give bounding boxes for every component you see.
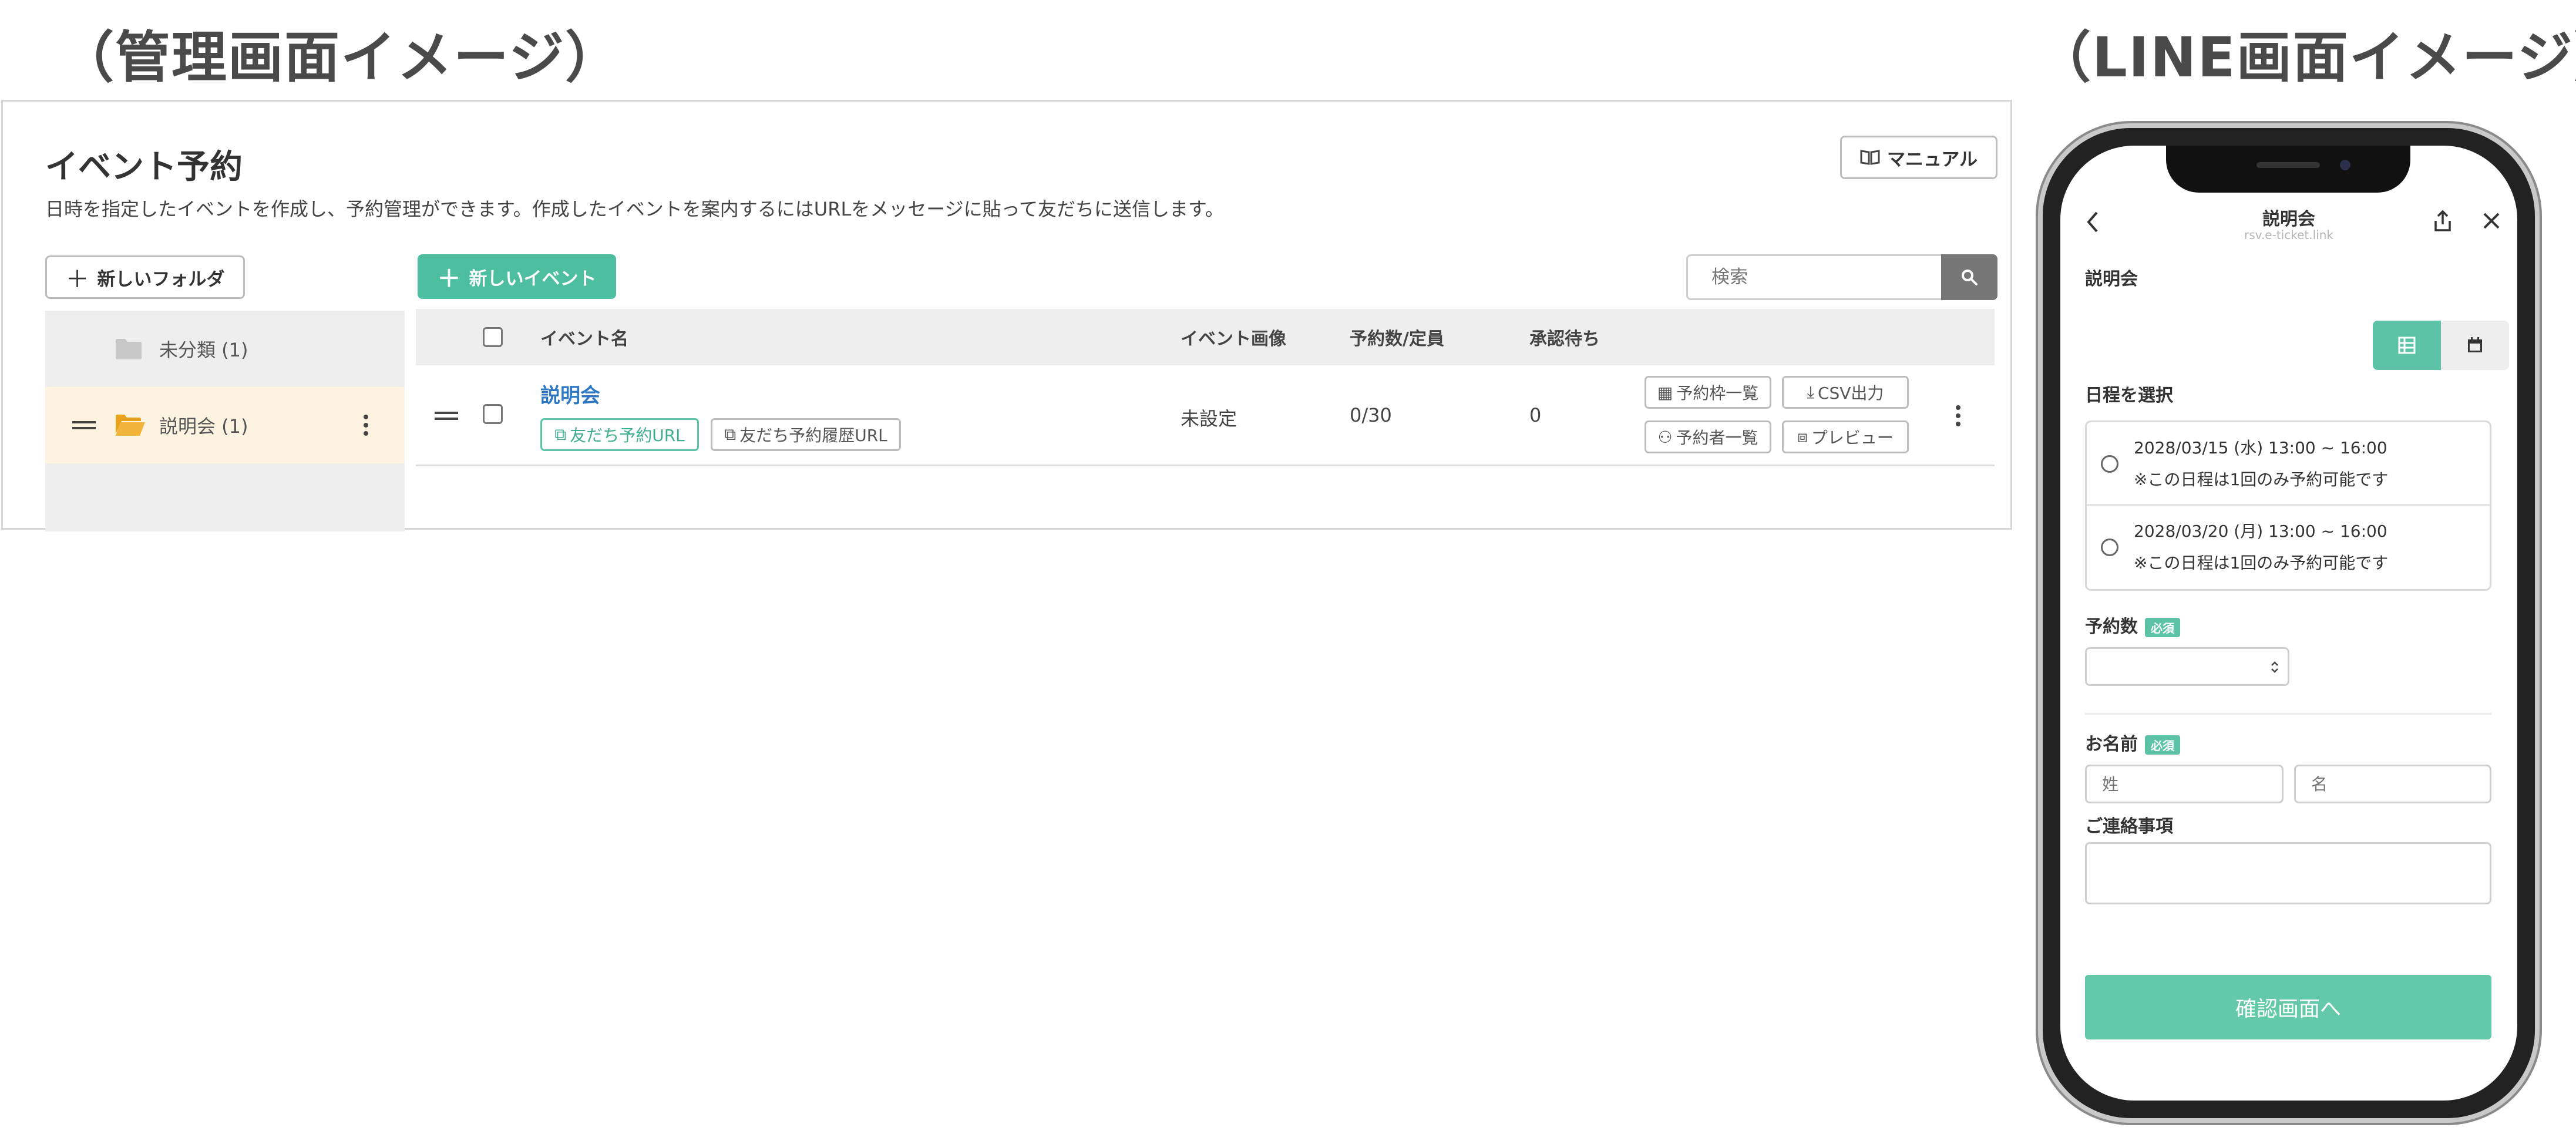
page-title: イベント予約 xyxy=(45,148,243,186)
share-icon[interactable] xyxy=(2433,209,2453,233)
row-checkbox[interactable] xyxy=(483,404,503,424)
folder-item-setsumeikai[interactable]: 説明会 (1) xyxy=(45,387,405,463)
more-vertical-icon[interactable] xyxy=(1955,404,1962,428)
folder-label: 説明会 (1) xyxy=(159,415,248,438)
search-icon xyxy=(1962,270,1978,285)
calendar-icon: ▦ xyxy=(1657,382,1673,402)
new-folder-button[interactable]: ＋ 新しいフォルダ xyxy=(45,255,245,299)
table-row: 説明会 ⧉ 友だち予約URL ⧉ 友だち予約履歴URL 未設定 0/30 0 ▦… xyxy=(416,365,1995,466)
manual-button[interactable]: マニュアル xyxy=(1840,136,1997,179)
confirm-button[interactable]: 確認画面へ xyxy=(2085,975,2491,1039)
reservation-count-select[interactable] xyxy=(2085,647,2289,686)
last-name-input[interactable] xyxy=(2085,765,2284,803)
plus-icon: ＋ xyxy=(437,265,461,292)
drag-handle-icon[interactable] xyxy=(72,418,96,432)
phone-screen: 説明会 rsv.e-ticket.link 説明会 日程を選択 2028/03/… xyxy=(2060,146,2517,1101)
folder-item-uncategorized[interactable]: 未分類 (1) xyxy=(45,311,405,387)
search-input[interactable] xyxy=(1686,254,1942,300)
new-event-button[interactable]: ＋ 新しいイベント xyxy=(418,254,616,299)
folder-open-icon xyxy=(116,415,145,436)
friend-reservation-url-button[interactable]: ⧉ 友だち予約URL xyxy=(540,418,699,451)
csv-export-label: CSV出力 xyxy=(1817,383,1884,403)
friend-history-url-label: 友だち予約履歴URL xyxy=(739,426,887,445)
phone-camera xyxy=(2340,160,2350,170)
list-view-toggle[interactable] xyxy=(2373,321,2441,370)
date-text: 2028/03/15 (水) 13:00 ~ 16:00 xyxy=(2134,438,2387,457)
preview-icon: ⧈ xyxy=(1797,427,1808,446)
phone-speaker xyxy=(2256,162,2320,168)
select-arrows-icon xyxy=(2271,661,2278,673)
notes-textarea[interactable] xyxy=(2085,842,2491,904)
date-note: ※この日程は1回のみ予約可能です xyxy=(2134,470,2389,489)
date-option-2[interactable]: 2028/03/20 (月) 13:00 ~ 16:00 ※この日程は1回のみ予… xyxy=(2087,506,2490,589)
friend-history-url-button[interactable]: ⧉ 友だち予約履歴URL xyxy=(711,418,901,451)
folder-icon xyxy=(116,339,142,359)
table-header: イベント名 イベント画像 予約数/定員 承認待ち xyxy=(416,309,1995,365)
slots-list-label: 予約枠一覧 xyxy=(1676,383,1759,403)
date-option-1[interactable]: 2028/03/15 (水) 13:00 ~ 16:00 ※この日程は1回のみ予… xyxy=(2087,422,2490,506)
required-badge: 必須 xyxy=(2145,735,2180,755)
friend-reservation-url-label: 友だち予約URL xyxy=(570,426,685,445)
reservation-count-value: 0/30 xyxy=(1350,404,1392,426)
folder-label: 未分類 (1) xyxy=(159,339,248,361)
plus-icon: ＋ xyxy=(65,266,89,293)
drag-handle-icon[interactable] xyxy=(435,409,458,423)
folder-list: 未分類 (1) 説明会 (1) xyxy=(45,311,405,531)
phone-notch xyxy=(2166,146,2410,193)
users-icon: ⚇ xyxy=(1657,427,1673,447)
name-label: お名前 必須 xyxy=(2085,729,2180,755)
calendar-view-toggle[interactable] xyxy=(2441,321,2509,370)
close-icon[interactable] xyxy=(2482,211,2501,230)
required-badge: 必須 xyxy=(2145,618,2180,637)
preview-label: プレビュー xyxy=(1811,428,1894,447)
list-view-icon xyxy=(2398,337,2416,354)
more-vertical-icon[interactable] xyxy=(362,413,369,437)
column-header-name: イベント名 xyxy=(540,329,628,349)
name-label-text: お名前 xyxy=(2085,734,2138,755)
notes-label: ご連絡事項 xyxy=(2085,816,2173,837)
page-description: 日時を指定したイベントを作成し、予約管理ができます。作成したイベントを案内するに… xyxy=(45,198,1224,220)
copy-icon: ⧉ xyxy=(554,425,567,444)
reservation-count-label: 予約数 必須 xyxy=(2085,612,2180,638)
event-image-value: 未設定 xyxy=(1181,408,1237,430)
date-note: ※この日程は1回のみ予約可能です xyxy=(2134,553,2389,573)
phone-side-button xyxy=(2036,423,2040,499)
column-header-pending: 承認待ち xyxy=(1529,329,1600,349)
book-icon xyxy=(1860,150,1880,165)
reservers-list-label: 予約者一覧 xyxy=(1676,428,1758,447)
download-icon: ⤓ xyxy=(1807,382,1814,402)
reservation-count-label-text: 予約数 xyxy=(2085,617,2138,637)
manual-button-label: マニュアル xyxy=(1886,149,1978,170)
select-all-checkbox[interactable] xyxy=(483,327,503,347)
event-name-link[interactable]: 説明会 xyxy=(540,379,600,408)
search-button[interactable] xyxy=(1941,254,1997,300)
phone-side-button xyxy=(2036,258,2040,300)
reservers-list-button[interactable]: ⚇ 予約者一覧 xyxy=(1645,420,1771,453)
new-event-button-label: 新しいイベント xyxy=(469,268,597,290)
copy-icon: ⧉ xyxy=(724,425,737,444)
date-radio[interactable] xyxy=(2101,455,2118,473)
preview-button[interactable]: ⧈ プレビュー xyxy=(1782,420,1909,453)
slots-list-button[interactable]: ▦ 予約枠一覧 xyxy=(1645,376,1771,409)
date-options: 2028/03/15 (水) 13:00 ~ 16:00 ※この日程は1回のみ予… xyxy=(2085,420,2491,591)
confirm-button-label: 確認画面へ xyxy=(2235,997,2341,1021)
phone-side-button xyxy=(2537,352,2542,464)
pending-count-value: 0 xyxy=(1529,404,1542,426)
date-text: 2028/03/20 (月) 13:00 ~ 16:00 xyxy=(2134,521,2387,541)
line-screen-heading: （LINE画面イメージ） xyxy=(2036,26,2576,90)
admin-screen-heading: （管理画面イメージ） xyxy=(59,26,622,90)
calendar-icon xyxy=(2468,337,2482,352)
date-radio[interactable] xyxy=(2101,539,2118,556)
event-name: 説明会 xyxy=(2085,269,2138,290)
csv-export-button[interactable]: ⤓ CSV出力 xyxy=(1782,376,1909,409)
select-date-label: 日程を選択 xyxy=(2085,385,2173,406)
column-header-image: イベント画像 xyxy=(1181,329,1286,349)
column-header-count: 予約数/定員 xyxy=(1350,329,1444,349)
divider xyxy=(2085,713,2491,715)
phone-side-button xyxy=(2036,329,2040,405)
new-folder-button-label: 新しいフォルダ xyxy=(97,268,225,290)
first-name-input[interactable] xyxy=(2294,765,2491,803)
